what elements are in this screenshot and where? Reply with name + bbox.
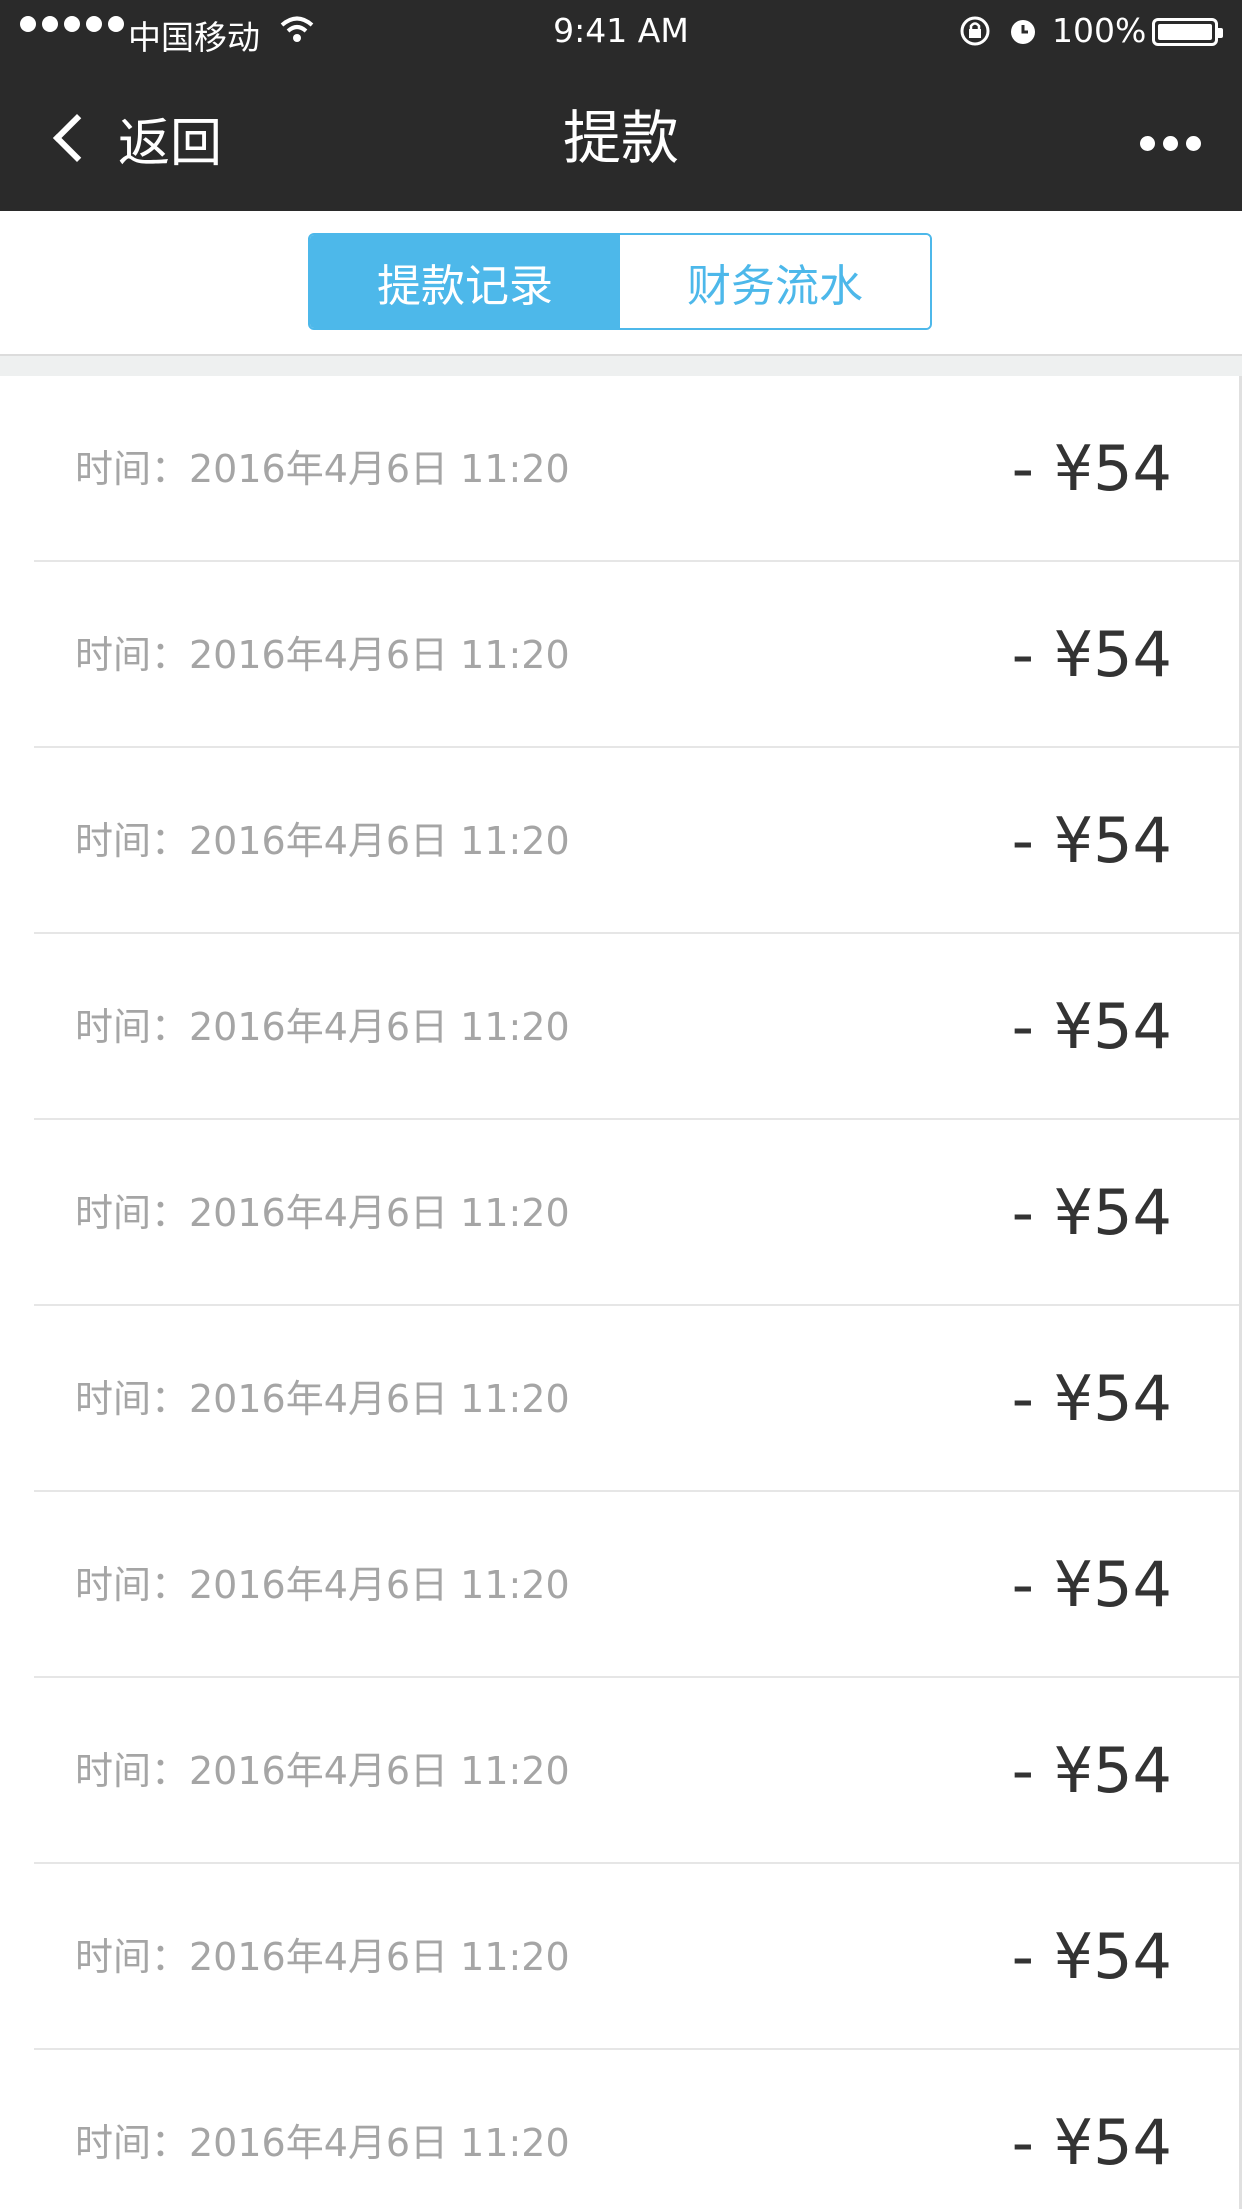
page-title: 提款 <box>562 104 679 172</box>
list-item[interactable]: 时间：2016年4月6日 11:20 - ¥54 <box>34 376 1242 562</box>
record-amount: - ¥54 <box>1011 2106 1172 2179</box>
more-dots-icon[interactable] <box>1140 136 1201 151</box>
list-item[interactable]: 时间：2016年4月6日 11:20 - ¥54 <box>34 562 1242 748</box>
record-time: 时间：2016年4月6日 11:20 <box>75 1377 570 1421</box>
record-time: 时间：2016年4月6日 11:20 <box>75 1005 570 1049</box>
record-amount: - ¥54 <box>1011 1734 1172 1807</box>
alarm-icon <box>1006 14 1040 56</box>
record-amount: - ¥54 <box>1011 990 1172 1063</box>
record-time: 时间：2016年4月6日 11:20 <box>75 447 570 491</box>
record-amount: - ¥54 <box>1011 1362 1172 1435</box>
list-item[interactable]: 时间：2016年4月6日 11:20 - ¥54 <box>34 1864 1242 2050</box>
rotation-lock-icon <box>958 14 992 56</box>
battery-percent: 100% <box>1052 11 1147 50</box>
battery-icon <box>1152 18 1223 46</box>
record-amount: - ¥54 <box>1011 1176 1172 1249</box>
record-amount: - ¥54 <box>1011 804 1172 877</box>
list-item[interactable]: 时间：2016年4月6日 11:20 - ¥54 <box>34 1120 1242 1306</box>
status-bar: 中国移动 9:41 AM 100% <box>0 0 1242 63</box>
list-item[interactable]: 时间：2016年4月6日 11:20 - ¥54 <box>34 1678 1242 1864</box>
record-amount: - ¥54 <box>1011 618 1172 691</box>
record-amount: - ¥54 <box>1011 1548 1172 1621</box>
record-time: 时间：2016年4月6日 11:20 <box>75 1935 570 1979</box>
tab-financial-flow[interactable]: 财务流水 <box>620 235 930 328</box>
list-item[interactable]: 时间：2016年4月6日 11:20 - ¥54 <box>34 1492 1242 1678</box>
records-list[interactable]: 时间：2016年4月6日 11:20 - ¥54 时间：2016年4月6日 11… <box>0 376 1242 2209</box>
record-time: 时间：2016年4月6日 11:20 <box>75 1191 570 1235</box>
record-amount: - ¥54 <box>1011 1920 1172 1993</box>
record-time: 时间：2016年4月6日 11:20 <box>75 633 570 677</box>
record-time: 时间：2016年4月6日 11:20 <box>75 1749 570 1793</box>
record-time: 时间：2016年4月6日 11:20 <box>75 2121 570 2165</box>
segmented-control: 提款记录 财务流水 <box>308 233 932 330</box>
section-divider <box>0 356 1242 376</box>
record-time: 时间：2016年4月6日 11:20 <box>75 1563 570 1607</box>
tab-withdrawal-records[interactable]: 提款记录 <box>310 235 620 328</box>
nav-bar: 返回 提款 <box>0 63 1242 211</box>
list-item[interactable]: 时间：2016年4月6日 11:20 - ¥54 <box>34 748 1242 934</box>
tab-bar-area: 提款记录 财务流水 <box>0 211 1242 356</box>
list-item[interactable]: 时间：2016年4月6日 11:20 - ¥54 <box>34 934 1242 1120</box>
record-amount: - ¥54 <box>1011 432 1172 505</box>
list-item[interactable]: 时间：2016年4月6日 11:20 - ¥54 <box>34 1306 1242 1492</box>
list-item[interactable]: 时间：2016年4月6日 11:20 - ¥54 <box>34 2050 1242 2209</box>
record-time: 时间：2016年4月6日 11:20 <box>75 819 570 863</box>
